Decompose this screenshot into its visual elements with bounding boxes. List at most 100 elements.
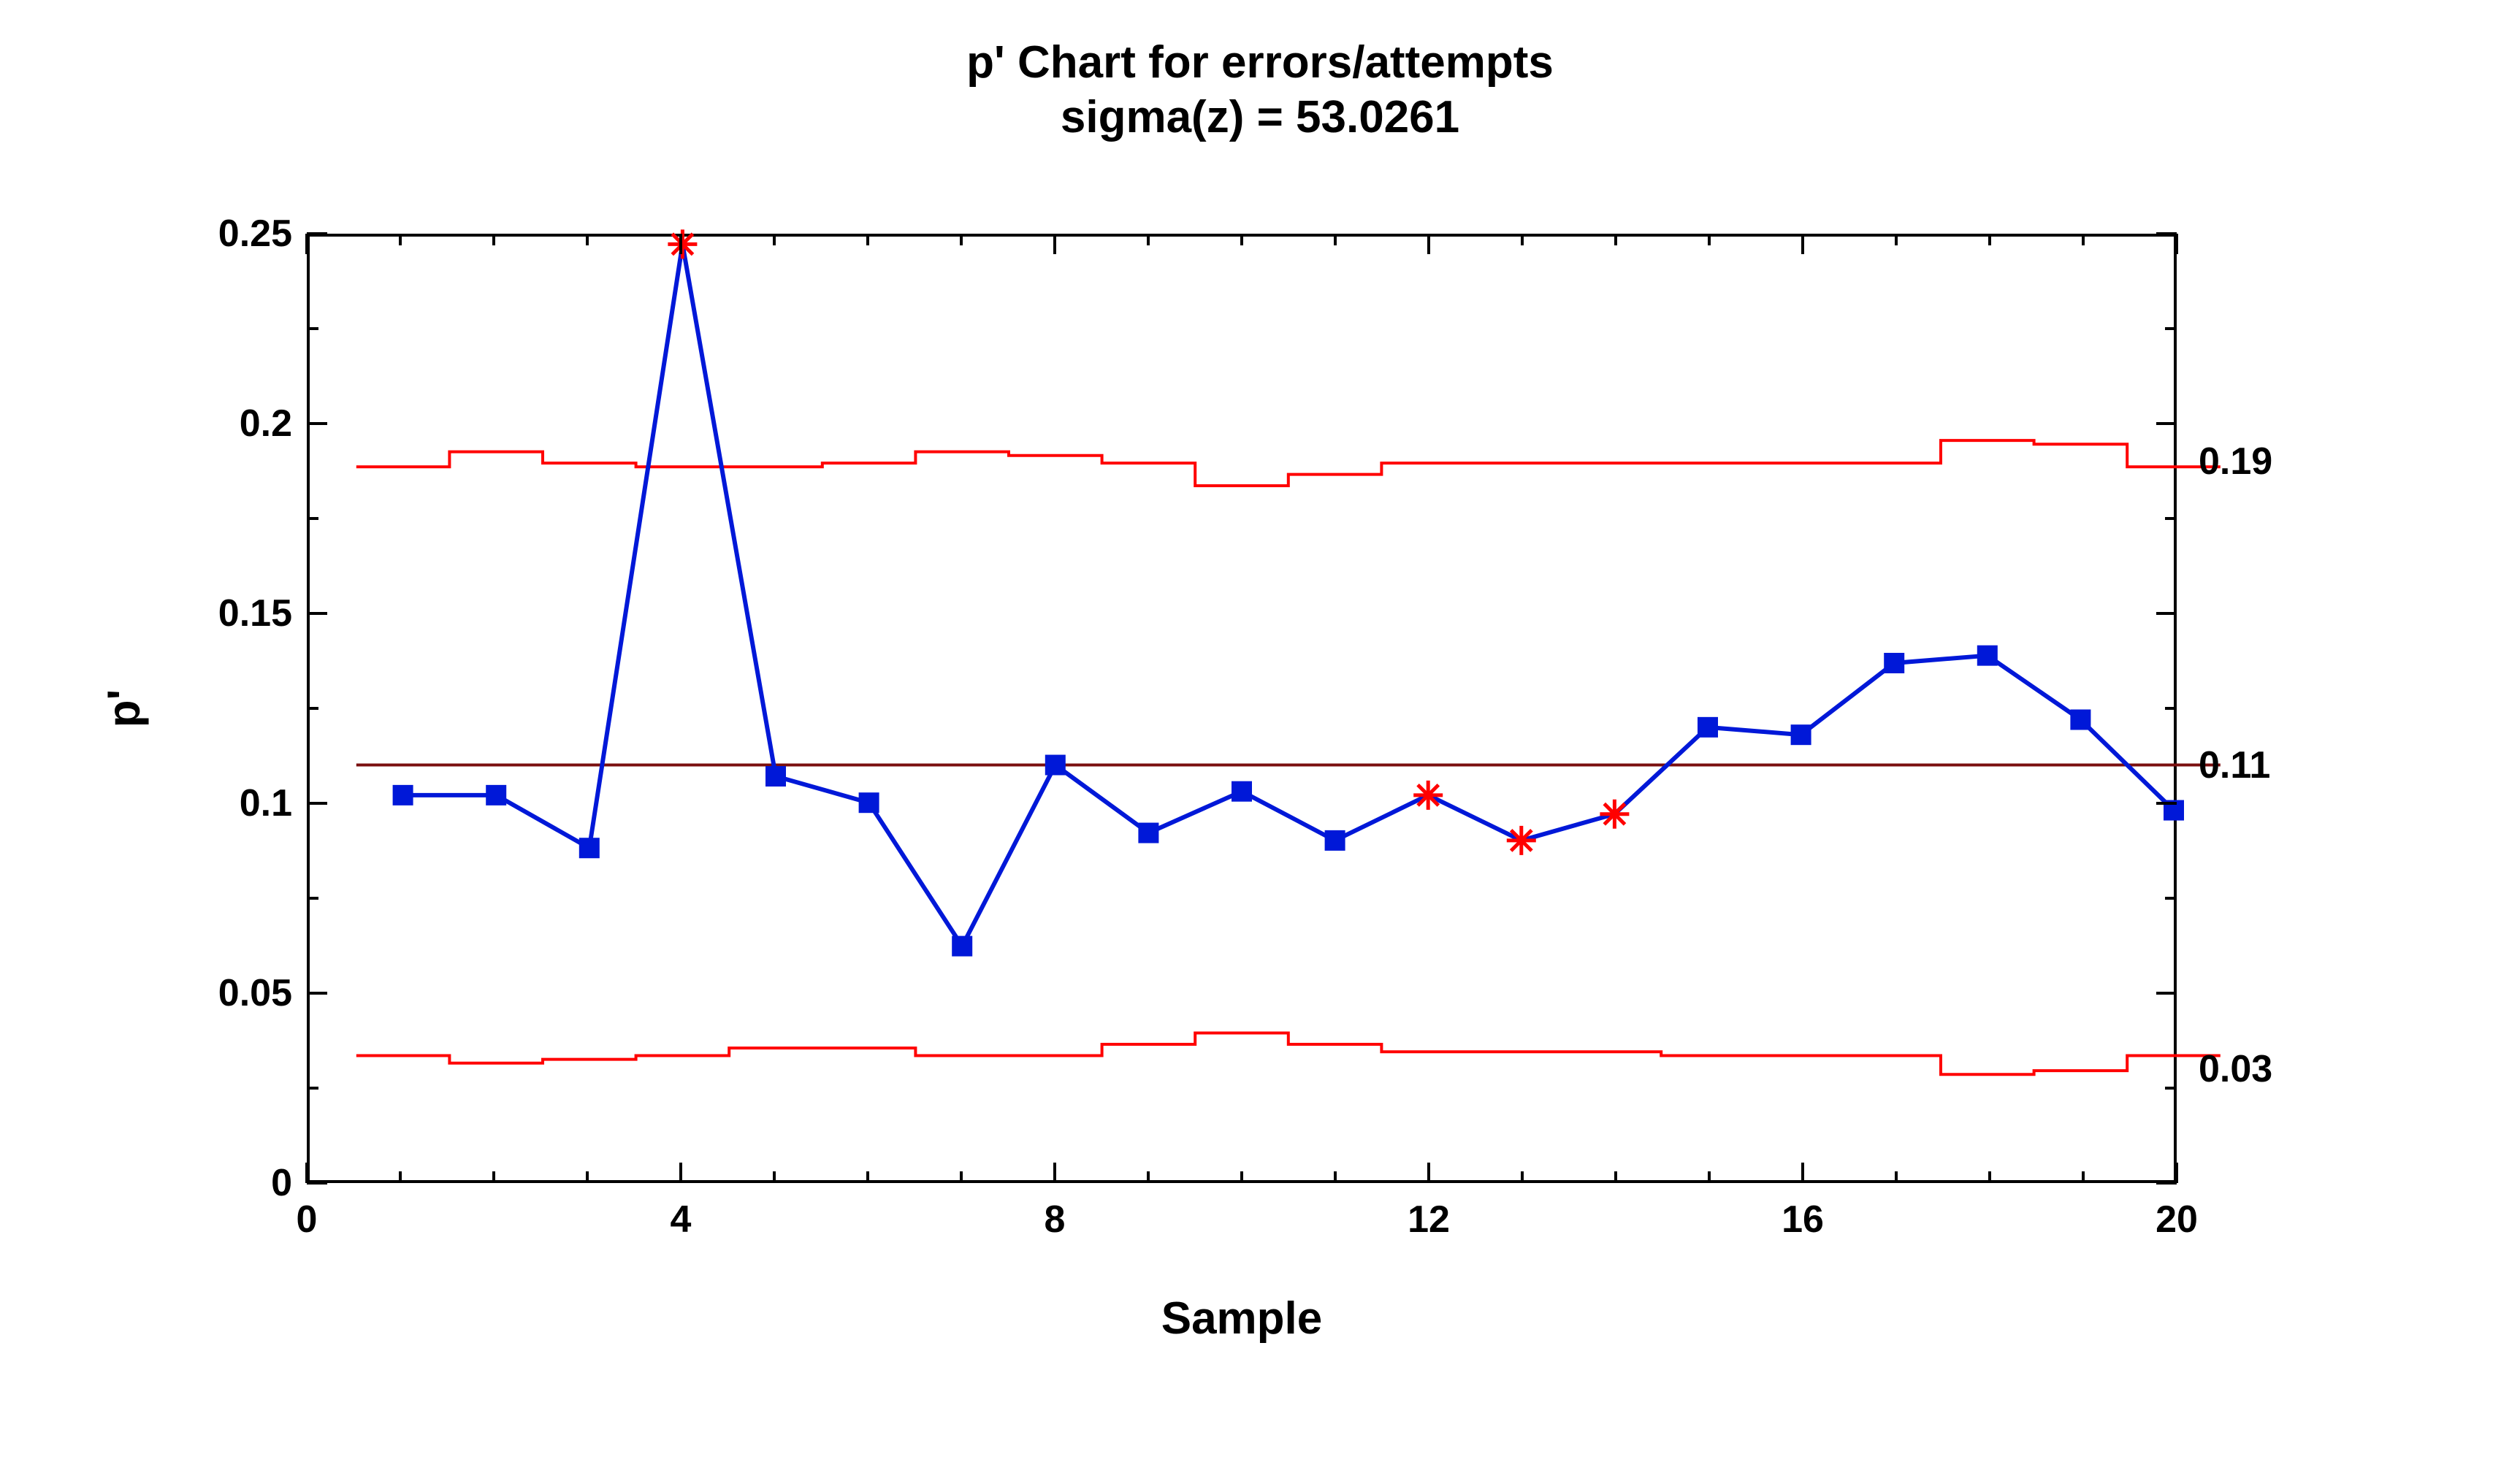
x-minor-tick xyxy=(1614,1171,1617,1183)
y-minor-tick-right xyxy=(2165,327,2177,330)
x-tick-top xyxy=(2175,234,2178,254)
right-ref-label-cl: 0.11 xyxy=(2199,743,2270,787)
plot-area xyxy=(307,234,2177,1183)
data-point-square xyxy=(579,838,600,858)
chart-title: p' Chart for errors/attempts xyxy=(0,37,2520,88)
data-point-square xyxy=(1698,717,1718,738)
x-tick xyxy=(1053,1163,1056,1183)
y-tick-label: 0 xyxy=(271,1161,292,1205)
x-tick-label: 4 xyxy=(671,1198,692,1241)
x-tick xyxy=(1427,1163,1430,1183)
x-tick-top xyxy=(679,234,682,254)
lcl-line xyxy=(356,1033,2221,1074)
x-minor-tick xyxy=(492,1171,495,1183)
data-point-star xyxy=(1413,781,1443,810)
y-minor-tick-right xyxy=(2165,517,2177,520)
y-tick-label: 0.05 xyxy=(218,971,292,1015)
data-point-square xyxy=(2070,710,2091,730)
x-minor-tick-top xyxy=(1988,234,1991,245)
x-tick-label: 20 xyxy=(2156,1198,2198,1241)
data-point-star xyxy=(668,229,697,259)
x-minor-tick-top xyxy=(586,234,589,245)
x-minor-tick-top xyxy=(1240,234,1243,245)
y-tick xyxy=(307,992,327,995)
x-tick xyxy=(305,1163,308,1183)
x-minor-tick xyxy=(1334,1171,1337,1183)
y-tick-right xyxy=(2156,992,2177,995)
y-tick xyxy=(307,422,327,425)
x-minor-tick xyxy=(866,1171,869,1183)
data-point-square xyxy=(952,936,972,957)
data-point-star xyxy=(1507,826,1536,855)
x-minor-tick-top xyxy=(866,234,869,245)
right-ref-label-lcl: 0.03 xyxy=(2199,1047,2272,1091)
data-point-square xyxy=(393,785,413,805)
x-minor-tick xyxy=(1708,1171,1711,1183)
y-tick xyxy=(307,802,327,805)
x-minor-tick-top xyxy=(399,234,402,245)
data-point-square xyxy=(765,766,786,787)
y-tick-label: 0.1 xyxy=(240,781,292,825)
data-point-square xyxy=(1325,830,1345,851)
y-axis-label: p' xyxy=(99,689,150,728)
right-ref-label-ucl: 0.19 xyxy=(2199,440,2272,483)
x-axis-label: Sample xyxy=(307,1293,2177,1344)
x-minor-tick-top xyxy=(1334,234,1337,245)
y-tick-label: 0.2 xyxy=(240,402,292,445)
x-minor-tick xyxy=(1521,1171,1524,1183)
x-minor-tick-top xyxy=(1895,234,1898,245)
x-tick xyxy=(679,1163,682,1183)
data-point-square xyxy=(1884,653,1904,673)
data-point-square xyxy=(486,785,506,805)
x-minor-tick xyxy=(399,1171,402,1183)
data-point-square xyxy=(859,792,879,813)
y-tick xyxy=(307,612,327,615)
y-minor-tick-right xyxy=(2165,1087,2177,1090)
x-minor-tick-top xyxy=(960,234,963,245)
x-minor-tick-top xyxy=(1614,234,1617,245)
y-tick-right xyxy=(2156,612,2177,615)
x-minor-tick xyxy=(586,1171,589,1183)
x-tick-top xyxy=(305,234,308,254)
data-point-square xyxy=(1232,781,1252,802)
x-tick-top xyxy=(1053,234,1056,254)
y-tick-label: 0.15 xyxy=(218,592,292,635)
y-tick-right xyxy=(2156,802,2177,805)
plot-svg xyxy=(310,237,2174,1180)
x-minor-tick-top xyxy=(1147,234,1150,245)
y-tick-right xyxy=(2156,1182,2177,1185)
x-minor-tick-top xyxy=(2082,234,2085,245)
x-minor-tick-top xyxy=(1708,234,1711,245)
x-tick xyxy=(1801,1163,1804,1183)
y-tick-right xyxy=(2156,232,2177,235)
y-minor-tick-right xyxy=(2165,707,2177,710)
data-point-square xyxy=(1138,823,1158,843)
data-point-square xyxy=(1045,755,1066,776)
data-point-square xyxy=(1791,724,1811,745)
y-tick xyxy=(307,1182,327,1185)
x-minor-tick xyxy=(2082,1171,2085,1183)
x-tick-top xyxy=(1427,234,1430,254)
x-minor-tick-top xyxy=(773,234,776,245)
y-minor-tick xyxy=(307,707,318,710)
ucl-line xyxy=(356,440,2221,486)
x-minor-tick xyxy=(1895,1171,1898,1183)
y-minor-tick xyxy=(307,1087,318,1090)
y-minor-tick xyxy=(307,327,318,330)
data-point-star xyxy=(1600,800,1629,829)
x-tick-label: 16 xyxy=(1782,1198,1824,1241)
x-tick-label: 8 xyxy=(1045,1198,1066,1241)
x-minor-tick xyxy=(1147,1171,1150,1183)
x-minor-tick xyxy=(1988,1171,1991,1183)
data-line xyxy=(403,244,2174,946)
y-tick-label: 0.25 xyxy=(218,212,292,256)
y-minor-tick xyxy=(307,897,318,900)
x-tick-label: 0 xyxy=(297,1198,318,1241)
y-tick xyxy=(307,232,327,235)
x-tick xyxy=(2175,1163,2178,1183)
x-tick-top xyxy=(1801,234,1804,254)
x-minor-tick xyxy=(1240,1171,1243,1183)
x-minor-tick xyxy=(773,1171,776,1183)
x-minor-tick-top xyxy=(492,234,495,245)
x-tick-label: 12 xyxy=(1408,1198,1450,1241)
